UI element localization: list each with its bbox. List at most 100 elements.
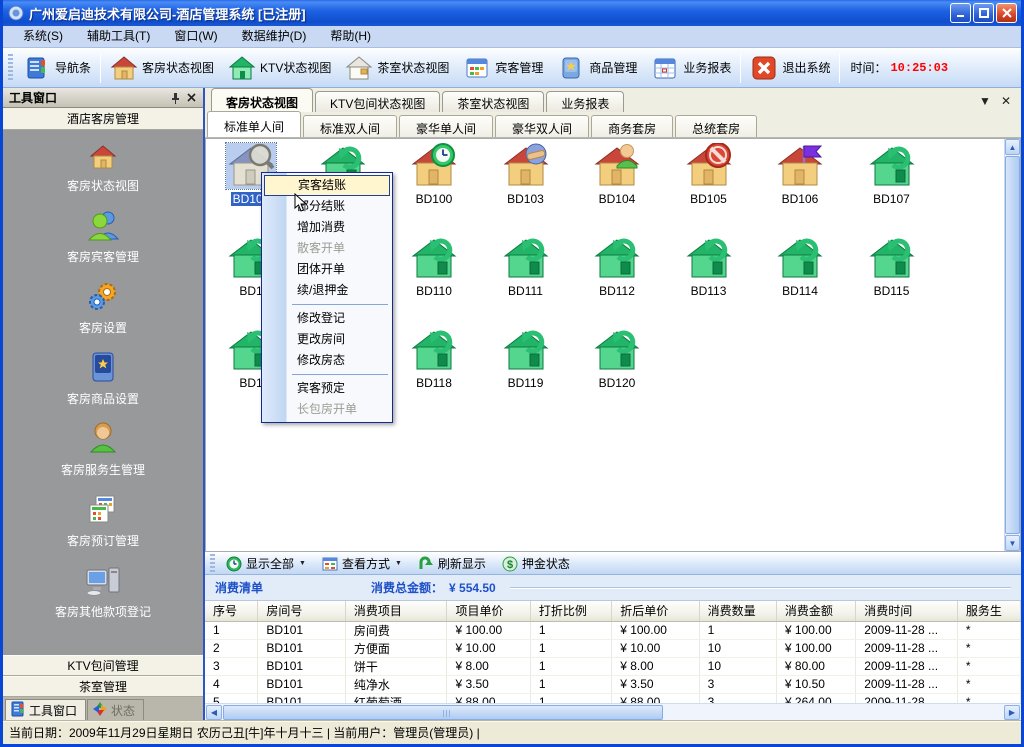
scroll-up-icon[interactable]: ▲ — [1005, 139, 1020, 155]
context-menu-item-团体开单[interactable]: 团体开单 — [264, 259, 390, 280]
sidebar-tab-工具窗口[interactable]: 工具窗口 — [5, 699, 86, 720]
list-toolbar-button[interactable]: $押金状态 — [494, 554, 578, 574]
tab-close-icon[interactable]: ✕ — [1001, 94, 1011, 108]
column-header[interactable]: 房间号 — [258, 601, 345, 621]
toolbar-button[interactable]: KTV状态视图 — [221, 51, 338, 85]
room-BD119[interactable]: BD119 — [483, 327, 569, 390]
sidebar-close-icon[interactable] — [183, 90, 199, 105]
toolbar-button[interactable]: 茶室状态视图 — [338, 51, 456, 85]
sidebar-item-客房服务生管理[interactable]: 客房服务生管理 — [61, 422, 145, 478]
toolbar-button[interactable]: 退出系统 — [743, 51, 837, 85]
roomtab-豪华双人间[interactable]: 豪华双人间 — [495, 115, 589, 137]
room-BD106[interactable]: BD106 — [757, 143, 843, 206]
list-toolbar-button[interactable]: 显示全部▼ — [218, 554, 314, 574]
sidebar-group-bar[interactable]: 茶室管理 — [3, 676, 203, 697]
tab-客房状态视图[interactable]: 客房状态视图 — [211, 88, 313, 112]
toolbar-button[interactable]: 宾客管理 — [456, 51, 550, 85]
context-menu-item-长包房开单[interactable]: 长包房开单 — [264, 399, 390, 420]
scroll-right-icon[interactable]: ▶ — [1004, 705, 1020, 720]
context-menu-item-部分结账[interactable]: 部分结账 — [264, 196, 390, 217]
roomtab-商务套房[interactable]: 商务套房 — [591, 115, 673, 137]
column-header[interactable]: 折后单价 — [612, 601, 699, 621]
scroll-down-icon[interactable]: ▼ — [1005, 535, 1020, 551]
roomtab-豪华单人间[interactable]: 豪华单人间 — [399, 115, 493, 137]
room-BD100[interactable]: BD100 — [391, 143, 477, 206]
list-toolbar-button[interactable]: 刷新显示 — [410, 554, 494, 574]
room-BD105[interactable]: BD105 — [666, 143, 752, 206]
context-menu-item-宾客结账[interactable]: 宾客结账 — [264, 175, 390, 196]
context-menu-item-修改房态[interactable]: 修改房态 — [264, 350, 390, 371]
maximize-button[interactable] — [973, 3, 994, 23]
context-menu-item-续/退押金[interactable]: 续/退押金 — [264, 280, 390, 301]
column-header[interactable]: 消费金额 — [776, 601, 855, 621]
room-BD111[interactable]: BD111 — [483, 235, 569, 298]
column-header[interactable]: 服务生 — [957, 601, 1020, 621]
menu-item[interactable]: 数据维护(D) — [230, 26, 319, 47]
tab-业务报表[interactable]: 业务报表 — [546, 91, 624, 112]
horizontal-scrollbar[interactable]: ◀ ▶ — [205, 703, 1021, 720]
sidebar-item-客房宾客管理[interactable]: 客房宾客管理 — [67, 209, 139, 265]
tab-茶室状态视图[interactable]: 茶室状态视图 — [442, 91, 544, 112]
roomtab-标准双人间[interactable]: 标准双人间 — [303, 115, 397, 137]
room-BD110[interactable]: BD110 — [391, 235, 477, 298]
sidebar-group-bar[interactable]: KTV包间管理 — [3, 655, 203, 676]
horizontal-scroll-thumb[interactable] — [223, 705, 663, 720]
menu-item[interactable]: 辅助工具(T) — [75, 26, 162, 47]
pin-icon[interactable] — [167, 90, 183, 105]
room-BD115[interactable]: BD115 — [849, 235, 935, 298]
room-BD103[interactable]: BD103 — [483, 143, 569, 206]
room-BD104[interactable]: BD104 — [574, 143, 660, 206]
room-BD113[interactable]: BD113 — [666, 235, 752, 298]
column-header[interactable]: 序号 — [205, 601, 258, 621]
toolbar-button[interactable]: 商品管理 — [550, 51, 644, 85]
vertical-scroll-thumb[interactable] — [1005, 156, 1020, 534]
sidebar-item-客房预订管理[interactable]: 客房预订管理 — [67, 493, 139, 549]
room-BD114[interactable]: BD114 — [757, 235, 843, 298]
room-BD112[interactable]: BD112 — [574, 235, 660, 298]
sidebar-item-客房其他款项登记[interactable]: 客房其他款项登记 — [55, 564, 151, 620]
tab-KTV包间状态视图[interactable]: KTV包间状态视图 — [315, 91, 440, 112]
vertical-scrollbar[interactable]: ▲ ▼ — [1004, 139, 1020, 551]
roomtab-标准单人间[interactable]: 标准单人间 — [207, 111, 301, 137]
context-menu-item-修改登记[interactable]: 修改登记 — [264, 308, 390, 329]
column-header[interactable]: 消费数量 — [699, 601, 776, 621]
column-header[interactable]: 打折比例 — [530, 601, 611, 621]
roomtab-总统套房[interactable]: 总统套房 — [675, 115, 757, 137]
context-menu-item-更改房间[interactable]: 更改房间 — [264, 329, 390, 350]
menu-item[interactable]: 窗口(W) — [162, 26, 229, 47]
room-label: BD118 — [414, 376, 454, 390]
column-header[interactable]: 消费时间 — [856, 601, 958, 621]
room-BD120[interactable]: BD120 — [574, 327, 660, 390]
table-row[interactable]: 3BD101饼干¥ 8.001¥ 8.0010¥ 80.002009-11-28… — [205, 657, 1021, 675]
context-menu-item-宾客预定[interactable]: 宾客预定 — [264, 378, 390, 399]
scroll-left-icon[interactable]: ◀ — [206, 705, 222, 720]
column-header[interactable]: 消费项目 — [345, 601, 447, 621]
toolbar-button[interactable]: 导航条 — [16, 51, 98, 85]
table-row[interactable]: 5BD101红葡萄酒¥ 88.001¥ 88.003¥ 264.002009-1… — [205, 693, 1021, 703]
table-row[interactable]: 4BD101纯净水¥ 3.501¥ 3.503¥ 10.502009-11-28… — [205, 675, 1021, 693]
table-cell: 2009-11-28 ... — [856, 675, 958, 693]
close-button[interactable] — [996, 3, 1017, 23]
table-cell: ¥ 100.00 — [776, 639, 855, 657]
content-panel: 客房状态视图KTV包间状态视图茶室状态视图业务报表▼✕ 标准单人间标准双人间豪华… — [205, 88, 1021, 720]
sidebar-item-客房商品设置[interactable]: 客房商品设置 — [67, 351, 139, 407]
sidebar-item-客房设置[interactable]: 客房设置 — [79, 280, 127, 336]
list-toolbar-button[interactable]: 查看方式▼ — [314, 554, 410, 574]
toolbar-button[interactable]: 业务报表 — [644, 51, 738, 85]
table-row[interactable]: 2BD101方便面¥ 10.001¥ 10.0010¥ 100.002009-1… — [205, 639, 1021, 657]
menu-item[interactable]: 帮助(H) — [318, 26, 383, 47]
minimize-button[interactable] — [950, 3, 971, 23]
context-menu-item-增加消费[interactable]: 增加消费 — [264, 217, 390, 238]
column-header[interactable]: 项目单价 — [447, 601, 530, 621]
table-cell: 房间费 — [345, 621, 447, 639]
room-BD118[interactable]: BD118 — [391, 327, 477, 390]
sidebar-group-header[interactable]: 酒店客房管理 — [3, 108, 203, 130]
sidebar-item-客房状态视图[interactable]: 客房状态视图 — [67, 144, 139, 194]
context-menu-item-散客开单[interactable]: 散客开单 — [264, 238, 390, 259]
toolbar-button[interactable]: 客房状态视图 — [103, 51, 221, 85]
menu-item[interactable]: 系统(S) — [11, 26, 75, 47]
table-row[interactable]: 1BD101房间费¥ 100.001¥ 100.001¥ 100.002009-… — [205, 621, 1021, 639]
room-BD107[interactable]: BD107 — [849, 143, 935, 206]
sidebar-tab-状态[interactable]: 状态 — [87, 699, 144, 720]
tab-list-dropdown-icon[interactable]: ▼ — [979, 94, 991, 108]
